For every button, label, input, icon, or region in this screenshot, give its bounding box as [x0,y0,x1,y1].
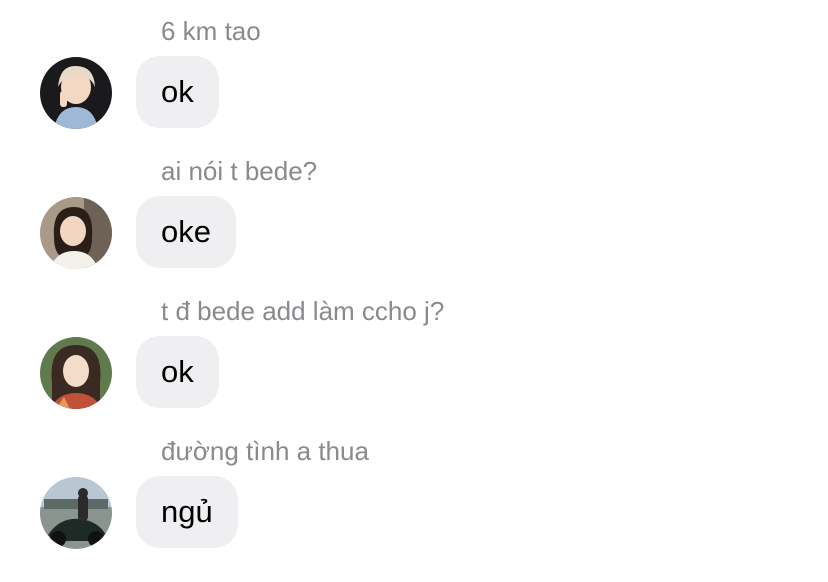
reply-reference[interactable]: 6 km tao [161,14,261,48]
message-bubble[interactable]: ngủ [136,476,238,548]
message-group-4: đường tình a thua ngủ [0,420,828,560]
user-avatar-icon[interactable] [40,337,112,409]
message-group-3: t đ bede add làm ccho j? ok [0,280,828,420]
user-avatar-icon[interactable] [40,57,112,129]
user-avatar-icon[interactable] [40,197,112,269]
message-bubble[interactable]: oke [136,196,236,268]
message-bubble[interactable]: ok [136,336,219,408]
reply-reference[interactable]: ai nói t bede? [161,154,317,188]
reply-reference[interactable]: t đ bede add làm ccho j? [161,294,444,328]
user-avatar-icon[interactable] [40,477,112,549]
message-group-1: 6 km tao ok [0,0,828,140]
message-bubble[interactable]: ok [136,56,219,128]
message-group-2: ai nói t bede? oke [0,140,828,280]
reply-reference[interactable]: đường tình a thua [161,434,369,468]
